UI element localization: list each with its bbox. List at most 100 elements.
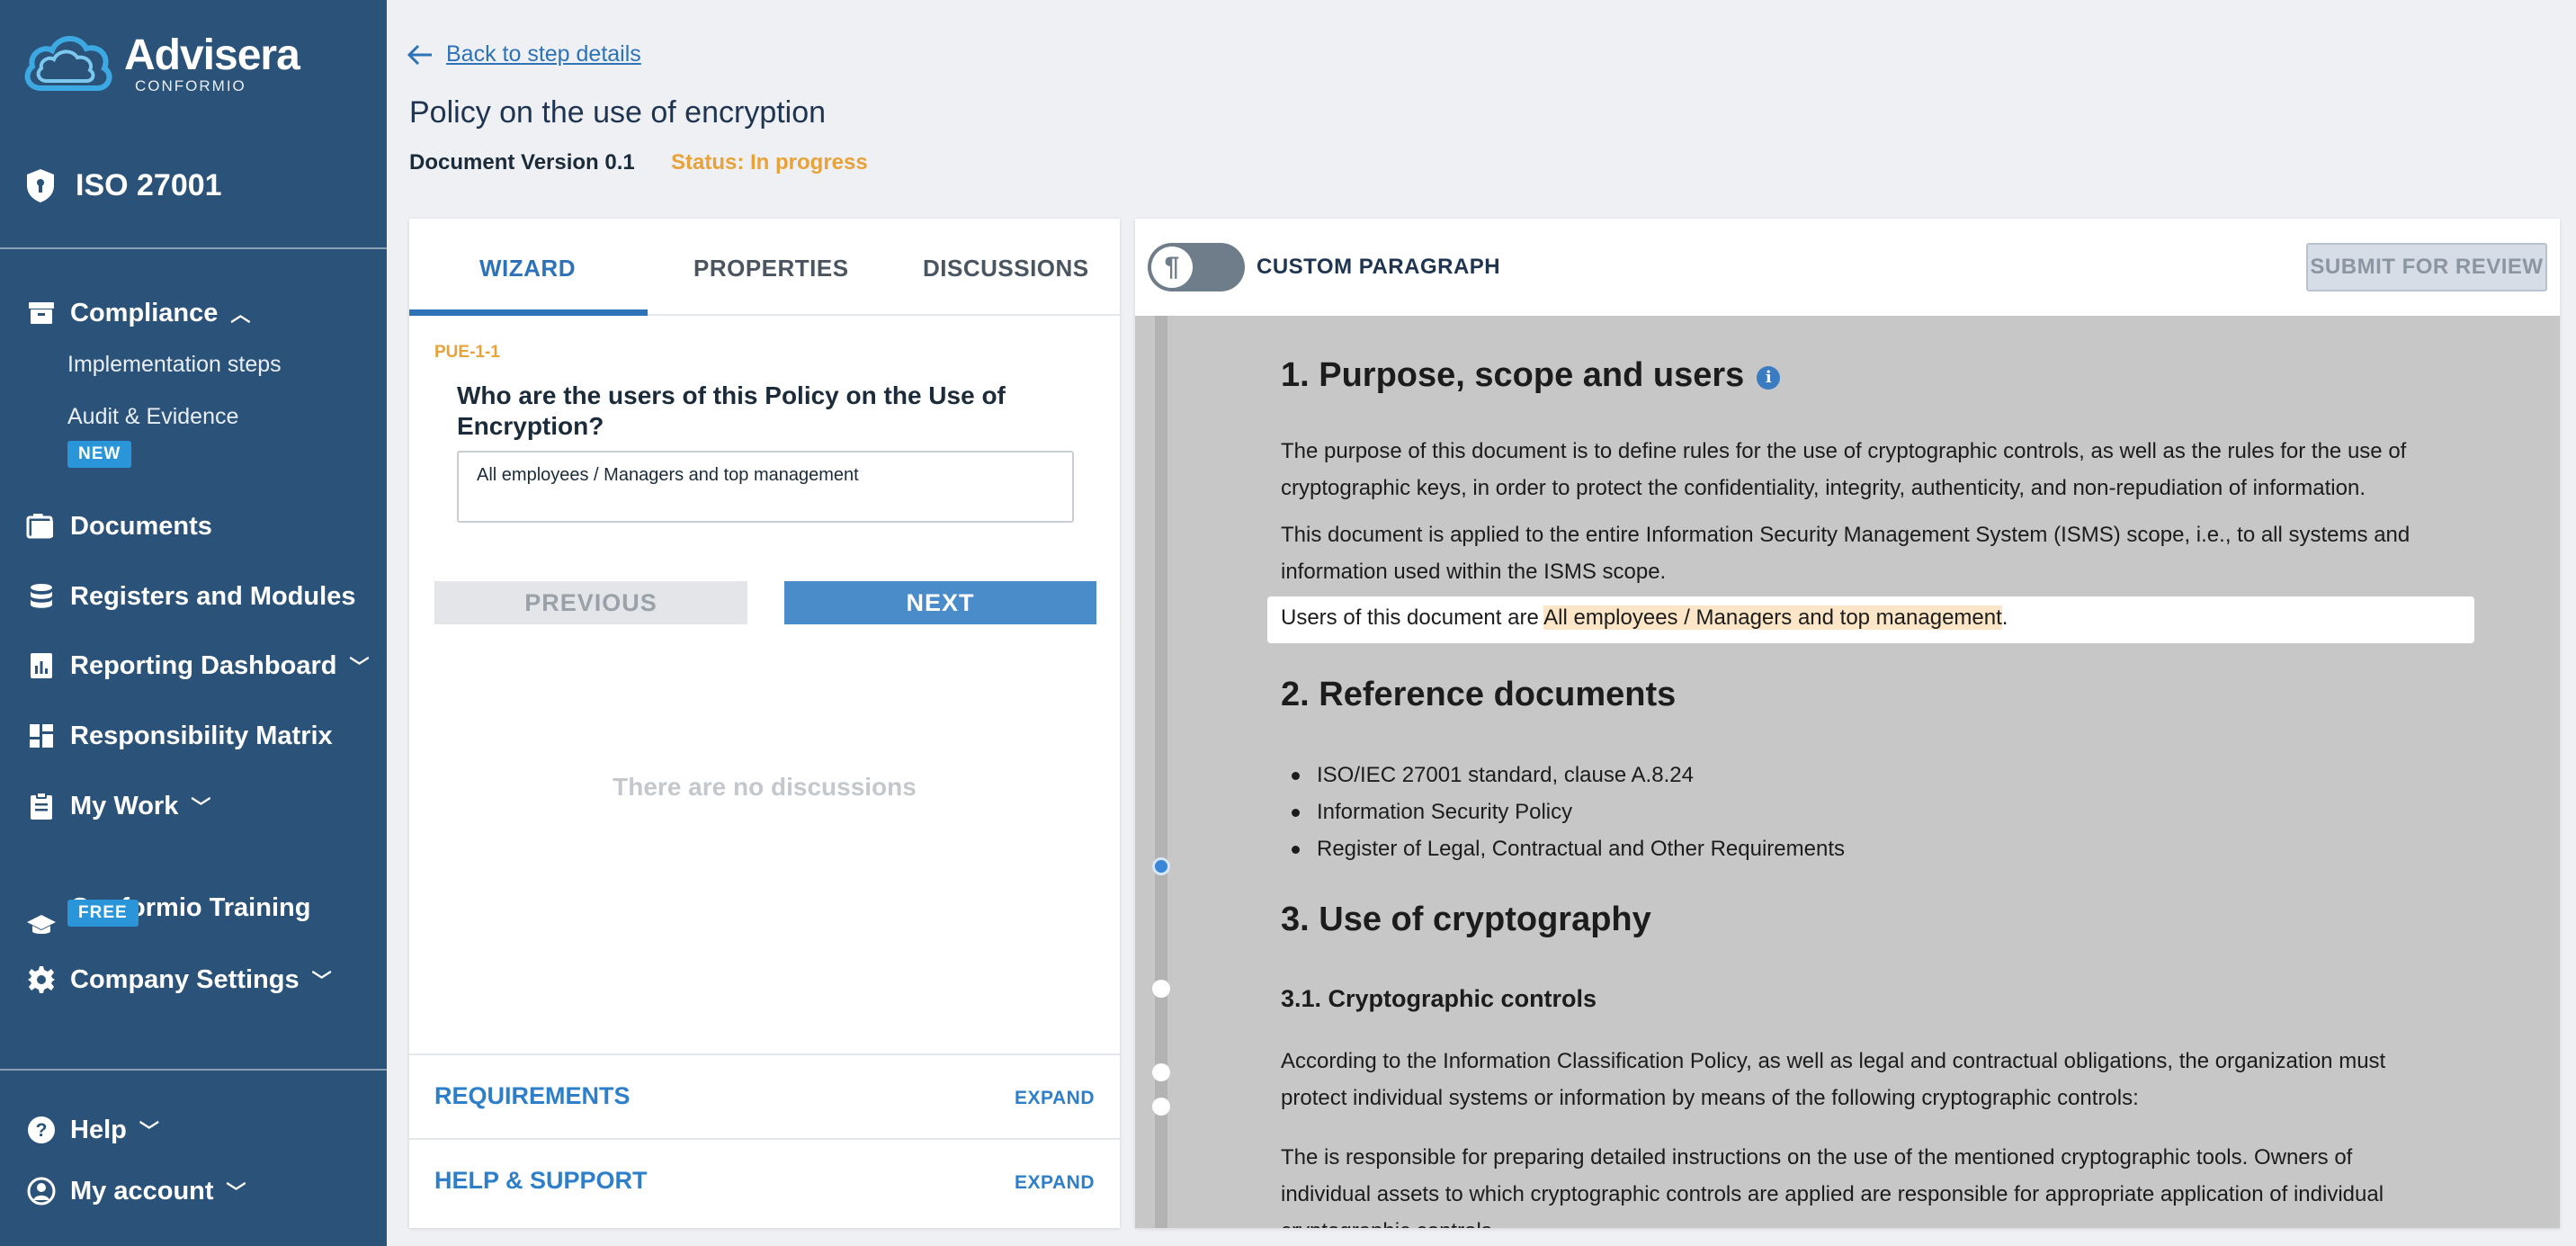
tab-properties[interactable]: PROPERTIES [693, 255, 849, 282]
back-link[interactable]: Back to step details [407, 41, 641, 67]
document-preview[interactable]: 1. Purpose, scope and users i The purpose… [1135, 316, 2560, 1228]
svg-text:?: ? [36, 1120, 48, 1141]
paragraph: The purpose of this document is to defin… [1281, 439, 2407, 500]
cloud-logo-icon [24, 36, 112, 91]
archive-icon [25, 297, 58, 329]
page-title: Policy on the use of encryption [409, 95, 827, 130]
no-discussions-message: There are no discussions [613, 773, 917, 801]
section-rail [1155, 316, 1167, 1228]
users-paragraph[interactable]: Users of this document are All employees… [1267, 596, 2474, 643]
document-panel: ¶ CUSTOM PARAGRAPH SUBMIT FOR REVIEW 1. … [1135, 219, 2560, 1228]
sidebar-item-compliance[interactable]: Compliance ︿ [25, 297, 250, 329]
wizard-panel: WIZARD PROPERTIES DISCUSSIONS PUE-1-1 Wh… [409, 219, 1120, 1228]
sidebar-item-my-account[interactable]: My account ﹀ [25, 1175, 246, 1207]
paragraph: The is responsible for preparing detaile… [1281, 1145, 2384, 1228]
question-id: PUE-1-1 [434, 343, 500, 362]
info-icon[interactable]: i [1757, 366, 1781, 390]
users-value-highlight: All employees / Managers and top managem… [1543, 605, 2002, 630]
product-selector[interactable]: ISO 27001 [25, 167, 222, 203]
section-heading: 2. Reference documents [1281, 676, 1677, 713]
sidebar-item-company-settings[interactable]: Company Settings ﹀ [25, 964, 332, 996]
users-suffix: . [2001, 605, 2008, 630]
sidebar-item-label: Help [70, 1115, 127, 1144]
section-marker[interactable] [1152, 980, 1170, 998]
list-item: ISO/IEC 27001 standard, clause A.8.24 [1281, 757, 1845, 793]
sidebar-item-label: Responsibility Matrix [70, 721, 333, 750]
tab-wizard[interactable]: WIZARD [479, 255, 576, 282]
brand-sub: CONFORMIO [135, 77, 246, 94]
list-item: Register of Legal, Contractual and Other… [1281, 830, 1845, 867]
paragraph: According to the Information Classificat… [1281, 1049, 2386, 1110]
expand-button[interactable]: EXPAND [1015, 1088, 1095, 1109]
sidebar-item-label: My Work [70, 791, 179, 820]
custom-paragraph-toggle[interactable]: ¶ [1148, 243, 1245, 291]
sidebar: Advisera CONFORMIO ISO 27001 Compliance … [0, 0, 387, 1246]
sidebar-divider [0, 247, 387, 249]
sidebar-item-label: Reporting Dashboard [70, 650, 337, 680]
new-badge: NEW [67, 441, 132, 468]
requirements-accordion[interactable]: REQUIREMENTS EXPAND [409, 1053, 1120, 1138]
graduation-cap-icon [25, 909, 58, 941]
back-link-label: Back to step details [446, 41, 641, 67]
folder-icon [25, 510, 58, 542]
section-marker[interactable] [1152, 1063, 1170, 1081]
reference-list: ISO/IEC 27001 standard, clause A.8.24 In… [1281, 757, 1845, 867]
accordion-title: HELP & SUPPORT [434, 1167, 648, 1194]
database-icon [25, 580, 58, 613]
chevron-down-icon: ﹀ [311, 970, 332, 992]
next-button[interactable]: NEXT [784, 581, 1096, 624]
chevron-up-icon: ︿ [230, 303, 251, 326]
clipboard-icon [25, 790, 58, 822]
previous-button[interactable]: PREVIOUS [434, 581, 747, 624]
sidebar-subitem-implementation-steps[interactable]: Implementation steps [67, 352, 282, 378]
free-badge: FREE [67, 900, 139, 927]
question-text: Who are the users of this Policy on the … [457, 381, 1006, 440]
sidebar-divider [0, 1069, 387, 1071]
chevron-down-icon: ﹀ [139, 1120, 159, 1143]
answer-field[interactable]: All employees / Managers and top managem… [457, 451, 1074, 523]
tab-discussions[interactable]: DISCUSSIONS [923, 255, 1089, 282]
section-marker-active[interactable] [1152, 857, 1170, 875]
chevron-down-icon: ﹀ [349, 656, 370, 678]
document-version: Document Version 0.1 [409, 150, 635, 175]
section-marker[interactable] [1152, 1098, 1170, 1116]
sidebar-item-label: My account [70, 1176, 214, 1206]
sidebar-item-responsibility-matrix[interactable]: Responsibility Matrix [25, 720, 333, 752]
expand-button[interactable]: EXPAND [1015, 1172, 1095, 1194]
section-heading: 1. Purpose, scope and users i [1281, 356, 1781, 395]
section-heading-text: 1. Purpose, scope and users [1281, 356, 1745, 394]
document-toolbar: ¶ CUSTOM PARAGRAPH SUBMIT FOR REVIEW [1135, 219, 2560, 316]
paragraph: This document is applied to the entire I… [1281, 523, 2411, 584]
chevron-down-icon: ﹀ [191, 796, 211, 819]
user-icon [25, 1175, 58, 1207]
active-tab-indicator [409, 309, 648, 316]
help-support-accordion[interactable]: HELP & SUPPORT EXPAND [409, 1138, 1120, 1228]
sidebar-item-label: Registers and Modules [70, 581, 356, 611]
sidebar-item-my-work[interactable]: My Work ﹀ [25, 790, 210, 822]
report-icon [25, 650, 58, 682]
shield-icon [27, 169, 54, 202]
sidebar-item-label: Company Settings [70, 964, 300, 994]
advisera-logo[interactable]: Advisera CONFORMIO [20, 29, 300, 101]
subsection-heading: 3.1. Cryptographic controls [1281, 985, 1597, 1012]
sidebar-subitem-audit-evidence[interactable]: Audit & Evidence [67, 404, 238, 430]
sidebar-item-label: Documents [70, 511, 212, 541]
sidebar-item-label: Compliance [70, 298, 219, 327]
sidebar-item-documents[interactable]: Documents [25, 510, 212, 542]
sidebar-item-help[interactable]: ? Help ﹀ [25, 1114, 159, 1146]
paragraph-icon: ¶ [1151, 247, 1193, 288]
accordion-title: REQUIREMENTS [434, 1082, 631, 1109]
help-icon: ? [25, 1114, 58, 1146]
sidebar-item-registers[interactable]: Registers and Modules [25, 580, 355, 613]
brand-name: Advisera [124, 31, 300, 79]
users-prefix: Users of this document are [1281, 605, 1544, 630]
submit-for-review-button[interactable]: SUBMIT FOR REVIEW [2306, 243, 2547, 291]
section-heading: 3. Use of cryptography [1281, 901, 1651, 938]
sidebar-item-reporting-dashboard[interactable]: Reporting Dashboard ﹀ [25, 650, 369, 682]
grid-icon [25, 720, 58, 752]
product-name: ISO 27001 [76, 167, 222, 202]
panel-tabs: WIZARD PROPERTIES DISCUSSIONS [409, 219, 1120, 316]
arrow-left-icon [407, 44, 432, 65]
chevron-down-icon: ﹀ [226, 1181, 246, 1204]
gear-icon [25, 964, 58, 996]
